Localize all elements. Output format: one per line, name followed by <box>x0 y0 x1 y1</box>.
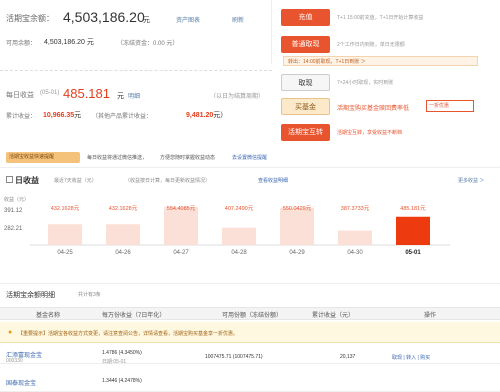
chart-title: 日收益 <box>15 176 39 185</box>
y-axis-label: 收益（元） <box>4 196 29 203</box>
data-label: 485.181元 <box>400 205 426 212</box>
fast-redeem-button[interactable]: 取现 <box>281 74 330 91</box>
balance-label: 活期宝余额： <box>6 14 54 23</box>
buy-fund-note: 活期宝购买基金赎回费率低 <box>337 106 410 112</box>
frozen-amount: （冻结资金：0.00 元） <box>117 41 179 47</box>
earning-detail-link-2[interactable]: 查看收益明细 <box>258 177 288 184</box>
balance-unit: 元 <box>143 17 150 24</box>
daily-earning-value: 485.181 <box>63 86 110 101</box>
cumulative-value: 10,966.35元 <box>43 112 82 119</box>
x-tick-label: 04-25 <box>57 250 73 256</box>
more-earnings-link[interactable]: 更多收益 ＞ <box>458 177 484 184</box>
fund-yield: 1.4786 (4.3450%) <box>102 350 142 356</box>
reminder-text: 每日收益将通过微信推送， <box>87 155 148 161</box>
chart-bar <box>338 230 372 245</box>
th-shares: 可用份额（冻结份额） <box>222 313 283 319</box>
x-tick-label: 04-26 <box>115 250 131 256</box>
fund-name-link[interactable]: 国泰现金宝 <box>6 378 36 387</box>
details-header <box>0 283 500 305</box>
data-label: 554.4085元 <box>167 205 196 212</box>
chart-bar <box>106 224 140 245</box>
earnings-bar-chart: 收益（元） 391.12 282.21 432.1628元 04-25 432.1628元… <box>4 196 450 256</box>
warning-icon: ● <box>8 329 13 336</box>
th-yield: 每万份收益（7日年化） <box>102 313 166 319</box>
y-tick-label: 282.21 <box>4 226 23 232</box>
fund-income: 20,137 <box>340 354 356 360</box>
x-tick-label: 04-30 <box>347 250 363 256</box>
data-label: 387.3733元 <box>341 205 370 212</box>
discount-badge: 一折优惠 <box>426 100 474 112</box>
x-tick-label: 04-28 <box>231 250 247 256</box>
data-label: 432.1628元 <box>51 205 80 212</box>
fund-code: 000330 <box>6 358 23 364</box>
daily-earning-date: (05-01) <box>40 90 60 96</box>
regular-redeem-button[interactable]: 普通取现 <box>281 36 330 53</box>
data-label: 550.0429元 <box>283 205 312 212</box>
other-cumulative-value: 9,481.20元） <box>186 112 228 119</box>
recharge-button[interactable]: 充值 <box>281 9 330 26</box>
daily-earning-label: 每日收益 <box>6 92 34 99</box>
th-operation: 操作 <box>424 313 437 319</box>
cumulative-label: 累计收益： <box>6 114 37 120</box>
table-row <box>0 372 500 392</box>
th-income: 累计收益（元） <box>312 313 355 319</box>
th-fund-name: 基金名称 <box>36 313 61 319</box>
reminder-text-2: 方便您随时掌握收益动态 <box>160 155 216 161</box>
buy-fund-button[interactable]: 买基金 <box>281 98 330 115</box>
details-title: 活期宝余额明细 <box>6 292 55 299</box>
y-tick-label: 391.12 <box>4 208 23 214</box>
wechat-reminder-link[interactable]: 去设置微信提醒 <box>232 154 267 161</box>
chart-bar <box>222 227 256 245</box>
fund-yield: 1.3446 (4.2478%) <box>102 378 142 384</box>
data-label: 407.2490元 <box>225 205 254 212</box>
transfer-button[interactable]: 活期宝互转 <box>281 124 330 141</box>
chart-bar <box>48 224 82 245</box>
x-tick-label: 04-29 <box>289 250 305 256</box>
chart-subtitle: 最近7天收益（元） <box>54 178 97 184</box>
balance-value: 4,503,186.20 <box>63 9 145 25</box>
available-label: 可用余额： <box>6 41 37 47</box>
x-tick-label: 05-01 <box>405 250 421 256</box>
fund-operations[interactable]: 取现 | 转入 | 购买 <box>392 354 430 361</box>
reminder-tag: 活期宝收益快速提醒 <box>6 152 80 163</box>
earning-detail-link[interactable]: 明细 <box>128 91 140 100</box>
daily-earning-unit: 元 <box>117 93 124 100</box>
fund-shares: 1007475.71 (1007475.71) <box>205 354 263 360</box>
x-tick-label: 04-27 <box>173 250 189 256</box>
chart-bar <box>164 207 198 245</box>
notice-text[interactable]: 【重要提示】活期宝各收益方式变更，请注意查阅公告，详情请查看，活期宝购买基金享一… <box>18 330 238 337</box>
fast-redeem-note: 7×24小时取现，实时到账 <box>337 80 394 86</box>
other-cumulative-label: （其他产品累计收益： <box>92 114 153 120</box>
regular-redeem-tip[interactable]: 转出：14:00前取现，T+1日到账 ＞ <box>288 58 366 65</box>
chart-bar <box>280 207 314 245</box>
data-label: 432.1628元 <box>109 205 138 212</box>
asset-chart-link[interactable]: 资产图表 <box>176 15 200 24</box>
divider <box>0 70 272 71</box>
chart-note: （收益按日计算，每日更新收益情况） <box>125 178 211 184</box>
details-count: 共计有3条 <box>78 292 101 298</box>
transfer-note: 活期宝互转，享受收益不断档 <box>337 130 403 136</box>
calendar-icon <box>6 176 13 183</box>
chart-bar <box>396 216 430 245</box>
recharge-note: T+1 15:00前充值，T+1日开始计算收益 <box>337 15 424 21</box>
regular-redeem-note: 2个工作日内到账，单日无限额 <box>337 42 405 48</box>
settle-note: （以日为结算周期） <box>210 94 265 100</box>
fund-yield-date: 日期:05-01 <box>102 359 127 365</box>
refresh-link[interactable]: 刷新 <box>232 15 244 24</box>
available-value: 4,503,186.20 元 <box>44 39 94 46</box>
